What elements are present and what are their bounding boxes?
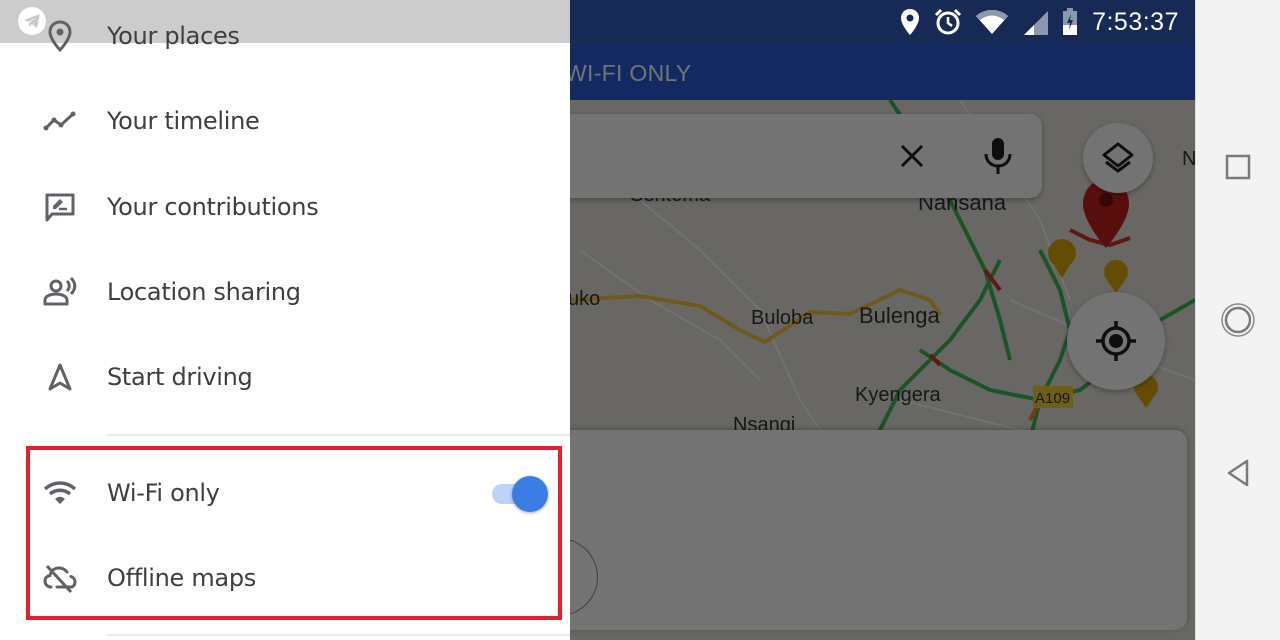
drawer-item-start-driving[interactable]: Start driving [0, 337, 570, 417]
drawer-item-your-contributions[interactable]: Your contributions [0, 167, 570, 247]
telegram-icon [24, 14, 40, 28]
location-sharing-icon [42, 274, 78, 310]
back-triangle-icon [1227, 459, 1249, 487]
drawer-item-your-timeline[interactable]: Your timeline [0, 81, 570, 161]
home-button[interactable] [1220, 302, 1256, 338]
drawer-item-your-places[interactable]: Your places [0, 0, 570, 76]
android-screen: WI-FI ONLY [0, 0, 1280, 640]
back-button[interactable] [1220, 455, 1256, 491]
alarm-icon [935, 8, 962, 35]
timeline-icon [42, 103, 78, 139]
recents-button[interactable] [1220, 149, 1256, 185]
navigation-arrow-icon [42, 359, 78, 395]
battery-charging-icon [1063, 8, 1078, 35]
drawer-item-label: Your contributions [107, 193, 319, 221]
location-icon [901, 9, 920, 35]
drawer-divider [107, 434, 570, 436]
drawer-item-location-sharing[interactable]: Location sharing [0, 252, 570, 332]
drawer-item-label: Location sharing [107, 278, 301, 306]
status-clock: 7:53:37 [1092, 7, 1179, 36]
navigation-drawer: Your places Your timeline Your contribut… [0, 0, 570, 640]
drawer-item-label: Start driving [107, 363, 253, 391]
recents-square-icon [1225, 154, 1251, 180]
place-pin-icon [42, 18, 78, 54]
drawer-item-label: Your places [107, 22, 240, 50]
drawer-item-label: Your timeline [107, 107, 260, 135]
status-icons: 7:53:37 [900, 6, 1179, 38]
wifi-signal-icon [976, 10, 1009, 34]
contributions-icon [42, 189, 78, 225]
home-circle-icon [1221, 303, 1255, 337]
system-nav-bar [1195, 0, 1280, 640]
cell-signal-icon [1024, 11, 1049, 35]
annotation-highlight-box [26, 446, 562, 620]
drawer-divider [107, 634, 570, 636]
telegram-overlay-badge [18, 7, 46, 35]
